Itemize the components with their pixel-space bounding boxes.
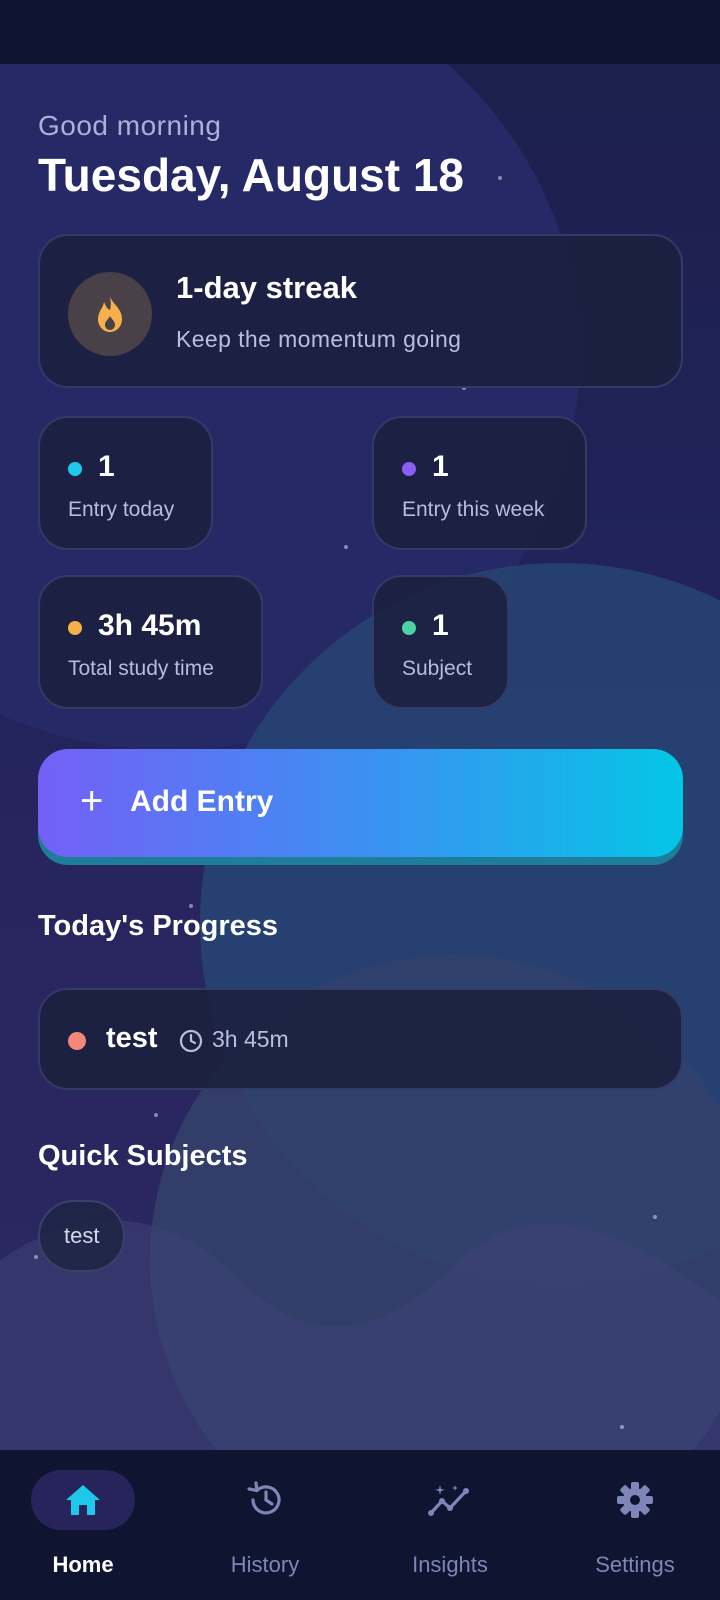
stat-dot	[402, 621, 416, 635]
quick-subject-chip[interactable]: test	[38, 1200, 126, 1272]
stat-card-entries-today: 1 Entry today	[38, 416, 213, 550]
stat-card-entries-week: 1 Entry this week	[372, 416, 587, 550]
stat-card-subjects: 1 Subject	[372, 575, 509, 709]
star-dot	[344, 545, 348, 549]
nav-label: Home	[52, 1552, 114, 1577]
history-icon	[247, 1481, 281, 1515]
nav-item-settings[interactable]: Settings	[560, 1470, 710, 1580]
progress-time: 3h 45m	[212, 1026, 289, 1052]
star-dot	[498, 176, 502, 180]
progress-item[interactable]: test 3h 45m	[38, 988, 683, 1090]
stat-label: Subject	[402, 657, 473, 680]
streak-title: 1-day streak	[176, 270, 357, 305]
gear-icon	[617, 1482, 653, 1518]
todays-progress-title: Today's Progress	[38, 910, 279, 942]
clock-icon	[179, 1029, 203, 1053]
stat-dot	[68, 462, 82, 476]
stat-value: 1	[98, 450, 115, 483]
streak-card: 1-day streak Keep the momentum going	[38, 234, 683, 388]
star-dot	[189, 904, 193, 908]
quick-subjects-title: Quick Subjects	[38, 1140, 248, 1172]
nav-label: Insights	[412, 1552, 488, 1577]
stat-value: 3h 45m	[98, 609, 202, 642]
progress-subject-name: test	[106, 1022, 158, 1054]
star-dot	[653, 1215, 657, 1219]
nav-icon-pill	[31, 1470, 135, 1530]
flame-icon	[98, 296, 122, 332]
page-title: Tuesday, August 18	[38, 149, 465, 201]
subject-color-dot	[68, 1032, 86, 1050]
greeting-text: Good morning	[38, 110, 222, 141]
star-dot	[34, 1255, 38, 1259]
nav-icon-pill	[213, 1470, 317, 1530]
add-entry-label: Add Entry	[130, 785, 274, 818]
home-icon	[66, 1485, 100, 1515]
stat-value: 1	[432, 609, 449, 642]
nav-item-insights[interactable]: Insights	[375, 1470, 525, 1580]
stat-label: Entry today	[68, 498, 175, 521]
stat-card-study-time: 3h 45m Total study time	[38, 575, 263, 709]
nav-item-home[interactable]: Home	[8, 1470, 158, 1580]
stat-label: Total study time	[68, 657, 214, 680]
stat-value: 1	[432, 450, 449, 483]
nav-label: Settings	[595, 1552, 675, 1577]
plus-icon: +	[80, 779, 104, 823]
nav-icon-pill	[583, 1470, 687, 1530]
nav-label: History	[230, 1552, 300, 1577]
nav-icon-pill	[398, 1470, 502, 1530]
nav-item-history[interactable]: History	[190, 1470, 340, 1580]
bottom-nav: Home History Insights Settings	[0, 1450, 720, 1600]
star-dot	[154, 1113, 158, 1117]
insights-icon	[428, 1485, 469, 1516]
status-bar	[0, 0, 720, 64]
stat-label: Entry this week	[402, 498, 545, 521]
stat-dot	[402, 462, 416, 476]
add-entry-button[interactable]: + Add Entry	[38, 749, 683, 857]
star-dot	[620, 1425, 624, 1429]
stat-dot	[68, 621, 82, 635]
flame-badge	[68, 272, 152, 356]
streak-subtitle: Keep the momentum going	[176, 326, 462, 352]
